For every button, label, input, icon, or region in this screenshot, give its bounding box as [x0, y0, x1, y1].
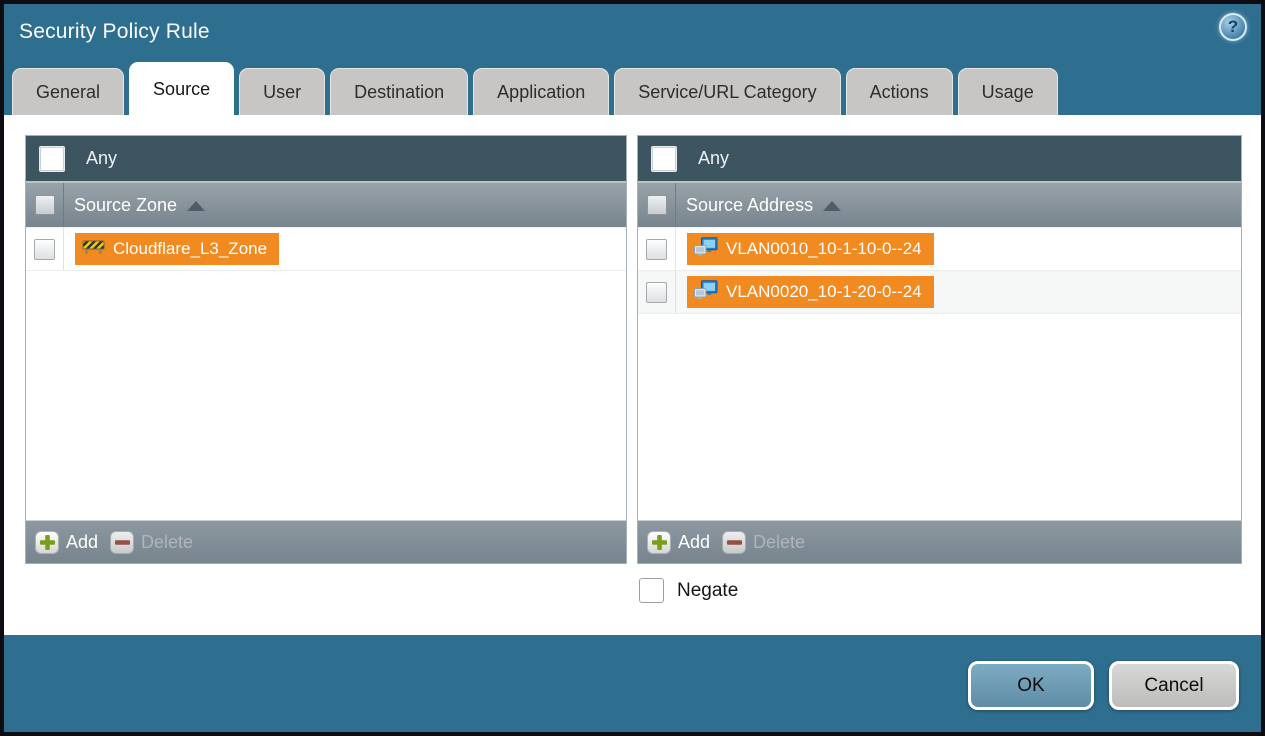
address-panel-toolbar: Add Delete	[638, 520, 1241, 563]
address-add-label: Add	[678, 531, 711, 552]
zone-rows: Cloudflare_L3_Zone	[26, 227, 626, 520]
address-delete-button[interactable]: Delete	[722, 530, 806, 554]
zone-delete-label: Delete	[141, 531, 194, 552]
address-icon	[694, 236, 718, 262]
minus-icon	[722, 530, 747, 554]
address-any-row: Any	[638, 136, 1241, 181]
zone-entry-chip[interactable]: Cloudflare_L3_Zone	[75, 233, 280, 265]
address-entry-chip[interactable]: VLAN0010_10-1-10-0--24	[687, 233, 934, 265]
zone-icon	[82, 238, 105, 260]
zone-add-button[interactable]: Add	[35, 530, 99, 554]
minus-icon	[110, 530, 135, 554]
address-any-checkbox[interactable]	[651, 145, 677, 172]
address-row-checkbox-cell	[638, 271, 676, 313]
tab-strip: General Source User Destination Applicat…	[4, 62, 1261, 115]
title-bar: Security Policy Rule ?	[4, 4, 1261, 62]
address-icon	[694, 279, 718, 305]
address-rows: VLAN0010_10-1-10-0--24 VLAN0020_10-1-20-…	[638, 227, 1241, 520]
zone-row-checkbox[interactable]	[34, 238, 55, 260]
address-select-all-cell	[638, 183, 676, 227]
zone-any-row: Any	[26, 136, 626, 181]
zone-column-title[interactable]: Source Zone	[64, 183, 206, 227]
source-address-panel: Any Source Address VLAN0010_10-1-10-0--2…	[637, 135, 1242, 564]
tab-usage[interactable]: Usage	[957, 68, 1058, 115]
zone-any-label: Any	[86, 148, 118, 168]
negate-row: Negate	[639, 578, 1261, 603]
cancel-button[interactable]: Cancel	[1109, 661, 1239, 710]
source-zone-panel: Any Source Zone Cloudflare_L3_Zone Add D…	[25, 135, 627, 564]
tab-user[interactable]: User	[239, 68, 326, 115]
tab-source[interactable]: Source	[129, 62, 235, 115]
address-column-header: Source Address	[638, 181, 1241, 227]
address-column-label: Source Address	[686, 194, 814, 215]
address-delete-label: Delete	[753, 531, 806, 552]
zone-add-label: Add	[66, 531, 99, 552]
zone-panel-toolbar: Add Delete	[26, 520, 626, 563]
zone-row-checkbox-cell	[26, 228, 64, 270]
address-add-button[interactable]: Add	[647, 530, 711, 554]
dialog-footer: OK Cancel	[4, 635, 1261, 732]
zone-delete-button[interactable]: Delete	[110, 530, 194, 554]
panels-container: Any Source Zone Cloudflare_L3_Zone Add D…	[4, 115, 1261, 564]
address-column-title[interactable]: Source Address	[676, 183, 842, 227]
address-any-label: Any	[698, 148, 730, 168]
tab-actions[interactable]: Actions	[845, 68, 953, 115]
ok-button[interactable]: OK	[968, 661, 1094, 710]
zone-column-label: Source Zone	[74, 194, 178, 215]
zone-any-checkbox[interactable]	[39, 145, 65, 172]
negate-checkbox[interactable]	[639, 578, 664, 603]
address-entry-label: VLAN0010_10-1-10-0--24	[726, 239, 922, 258]
address-row-checkbox[interactable]	[646, 238, 667, 260]
tab-application[interactable]: Application	[473, 68, 610, 115]
zone-select-all-cell	[26, 183, 64, 227]
address-row-checkbox[interactable]	[646, 281, 667, 303]
plus-icon	[647, 530, 671, 554]
source-tab-content: Any Source Zone Cloudflare_L3_Zone Add D…	[4, 115, 1261, 635]
zone-column-header: Source Zone	[26, 181, 626, 227]
plus-icon	[35, 530, 59, 554]
zone-select-all-checkbox[interactable]	[34, 195, 55, 215]
zone-entry-label: Cloudflare_L3_Zone	[113, 239, 268, 258]
help-icon[interactable]: ?	[1219, 13, 1247, 41]
table-row: VLAN0020_10-1-20-0--24	[638, 271, 1241, 314]
negate-label: Negate	[677, 579, 739, 601]
dialog-title: Security Policy Rule	[19, 20, 210, 43]
address-entry-label: VLAN0020_10-1-20-0--24	[726, 282, 922, 301]
address-select-all-checkbox[interactable]	[646, 195, 667, 215]
tab-general[interactable]: General	[12, 68, 125, 115]
tab-destination[interactable]: Destination	[330, 68, 469, 115]
address-row-checkbox-cell	[638, 228, 676, 270]
security-policy-rule-dialog: Security Policy Rule ? General Source Us…	[0, 0, 1265, 736]
sort-ascending-icon	[187, 201, 206, 211]
table-row: Cloudflare_L3_Zone	[26, 228, 626, 271]
table-row: VLAN0010_10-1-10-0--24	[638, 228, 1241, 271]
tab-service-url-category[interactable]: Service/URL Category	[614, 68, 841, 115]
sort-ascending-icon	[823, 201, 842, 211]
address-entry-chip[interactable]: VLAN0020_10-1-20-0--24	[687, 276, 934, 308]
